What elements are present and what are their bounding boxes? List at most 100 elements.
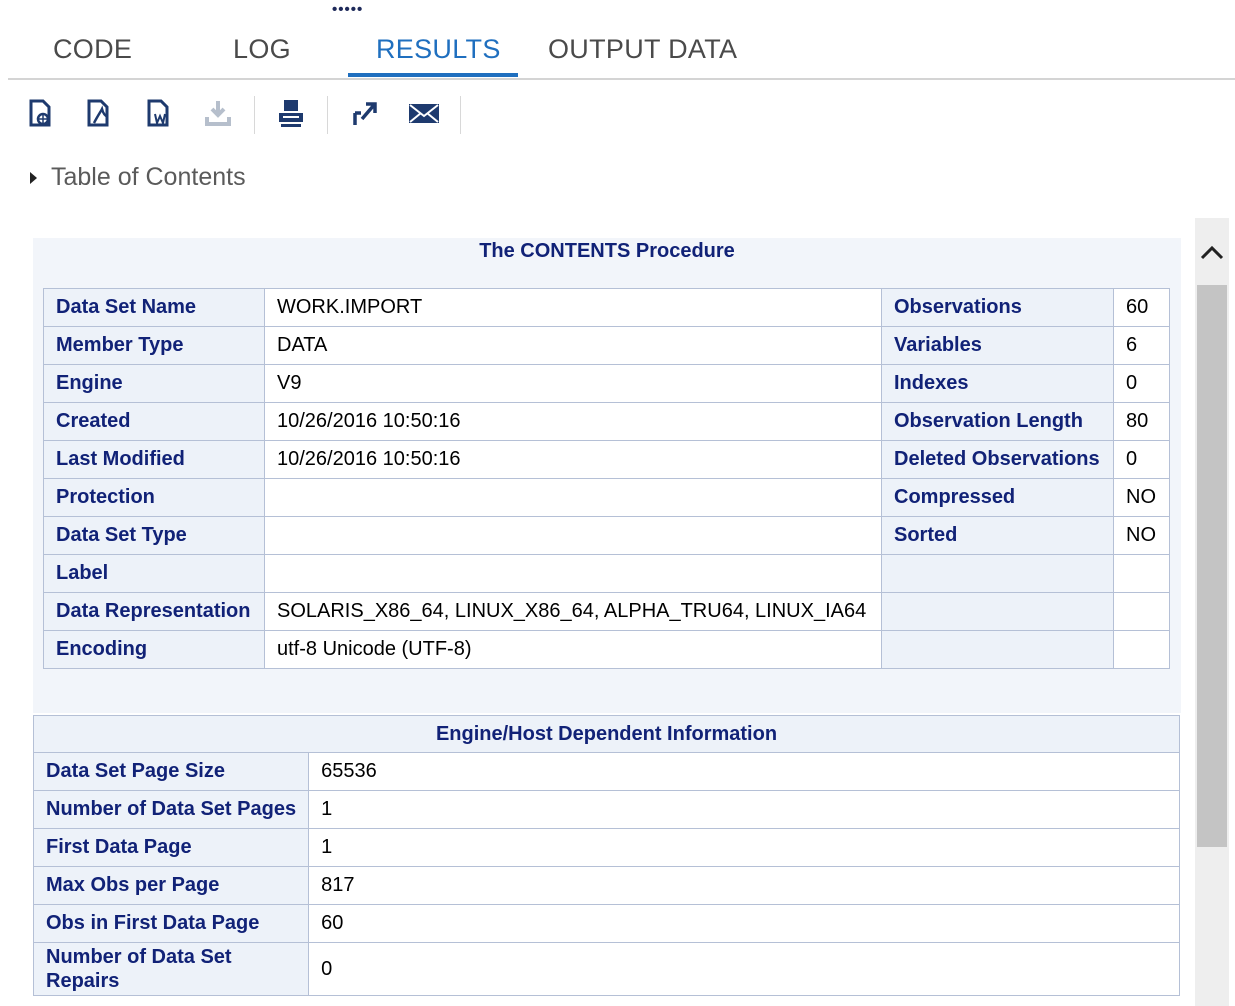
- row-header: [881, 592, 1114, 631]
- row-header: First Data Page: [32, 828, 310, 867]
- row-header: Variables: [881, 326, 1114, 365]
- row-header: Observations: [881, 288, 1114, 327]
- print-icon: [275, 97, 307, 134]
- open-new-window-button[interactable]: [347, 96, 383, 134]
- vertical-scrollbar[interactable]: [1195, 218, 1229, 1006]
- row-header: Data Set Name: [43, 288, 265, 327]
- row-value: [264, 478, 882, 517]
- row-header: Data Set Type: [43, 516, 265, 555]
- scroll-up-button[interactable]: [1195, 240, 1229, 280]
- row-header: Data Set Page Size: [32, 752, 310, 791]
- toolbar-separator: [254, 96, 255, 134]
- row-value: [264, 554, 882, 593]
- row-value: 1: [308, 790, 1180, 829]
- row-value: WORK.IMPORT: [264, 288, 882, 327]
- drag-handle[interactable]: •••••: [332, 2, 363, 17]
- contents-panel: The CONTENTS Procedure Data Set Name WORK…: [33, 238, 1181, 713]
- email-button[interactable]: [406, 96, 442, 134]
- download-icon: [202, 97, 234, 134]
- table-row: Number of Data Set Repairs 0: [32, 942, 1180, 996]
- row-value: 65536: [308, 752, 1180, 791]
- print-button[interactable]: [273, 96, 309, 134]
- table-row: Data Set Page Size 65536: [32, 752, 1180, 791]
- chevron-up-icon: [1199, 240, 1225, 280]
- row-header: Number of Data Set Repairs: [32, 942, 310, 996]
- engine-host-table: Engine/Host Dependent Information Data S…: [32, 715, 1180, 996]
- row-header: Protection: [43, 478, 265, 517]
- table-row: Protection Compressed NO: [43, 478, 1170, 517]
- row-value: DATA: [264, 326, 882, 365]
- row-header: Sorted: [881, 516, 1114, 555]
- table-row: Created 10/26/2016 10:50:16 Observation Le…: [43, 402, 1170, 441]
- row-value: [1113, 592, 1170, 631]
- caret-right-icon: [30, 171, 37, 184]
- row-value: 1: [308, 828, 1180, 867]
- procedure-title: The CONTENTS Procedure: [479, 240, 735, 262]
- download-word-button[interactable]: [140, 96, 176, 134]
- tab-bar: CODE LOG RESULTS OUTPUT DATA: [8, 28, 1235, 80]
- row-header: Engine: [43, 364, 265, 403]
- row-value: [1113, 630, 1170, 669]
- download-html-button[interactable]: [22, 96, 58, 134]
- toolbar-separator: [460, 96, 461, 134]
- row-value: 10/26/2016 10:50:16: [264, 440, 882, 479]
- toc-label: Table of Contents: [51, 163, 246, 191]
- row-value: 60: [308, 904, 1180, 943]
- table-row: Data Set Name WORK.IMPORT Observations 60: [43, 288, 1170, 327]
- tab-output-data[interactable]: OUTPUT DATA: [548, 34, 737, 65]
- tab-code[interactable]: CODE: [53, 34, 132, 65]
- row-value: 10/26/2016 10:50:16: [264, 402, 882, 441]
- contents-table: Data Set Name WORK.IMPORT Observations 60 Me…: [43, 288, 1170, 669]
- row-value: [264, 516, 882, 555]
- scrollbar-thumb[interactable]: [1197, 285, 1227, 847]
- row-header: Compressed: [881, 478, 1114, 517]
- table-of-contents-toggle[interactable]: Table of Contents: [30, 163, 246, 192]
- open-new-window-icon: [349, 97, 381, 134]
- download-pdf-icon: [82, 97, 114, 134]
- row-value: V9: [264, 364, 882, 403]
- row-value: NO: [1113, 516, 1170, 555]
- row-header: Encoding: [43, 630, 265, 669]
- row-value: 6: [1113, 326, 1170, 365]
- table-row: Label: [43, 554, 1170, 593]
- row-value: 0: [308, 942, 1180, 996]
- tab-log[interactable]: LOG: [233, 34, 291, 65]
- row-header: Created: [43, 402, 265, 441]
- row-value: 0: [1113, 364, 1170, 403]
- row-value: 0: [1113, 440, 1170, 479]
- table-row: Max Obs per Page 817: [32, 866, 1180, 905]
- email-icon: [407, 97, 441, 134]
- table-row: Member Type DATA Variables 6: [43, 326, 1170, 365]
- table-row: Engine V9 Indexes 0: [43, 364, 1170, 403]
- row-header: Max Obs per Page: [32, 866, 310, 905]
- row-value: 60: [1113, 288, 1170, 327]
- row-header: Number of Data Set Pages: [32, 790, 310, 829]
- table-row: Last Modified 10/26/2016 10:50:16 Deleted …: [43, 440, 1170, 479]
- row-header: Member Type: [43, 326, 265, 365]
- row-header: [881, 630, 1114, 669]
- active-tab-indicator: [348, 73, 518, 77]
- row-value: NO: [1113, 478, 1170, 517]
- row-header: Last Modified: [43, 440, 265, 479]
- row-header: Obs in First Data Page: [32, 904, 310, 943]
- table-row: Number of Data Set Pages 1: [32, 790, 1180, 829]
- tab-results[interactable]: RESULTS: [376, 34, 501, 65]
- row-header: Indexes: [881, 364, 1114, 403]
- table-title-row: Engine/Host Dependent Information: [33, 715, 1180, 753]
- download-pdf-button[interactable]: [80, 96, 116, 134]
- table-row: Obs in First Data Page 60: [32, 904, 1180, 943]
- row-value: SOLARIS_X86_64, LINUX_X86_64, ALPHA_TRU6…: [264, 592, 882, 631]
- table-row: Data Representation SOLARIS_X86_64, LINUX…: [43, 592, 1170, 631]
- row-value: 80: [1113, 402, 1170, 441]
- row-header: Observation Length: [881, 402, 1114, 441]
- download-button[interactable]: [200, 96, 236, 134]
- row-value: utf-8 Unicode (UTF-8): [264, 630, 882, 669]
- download-html-icon: [24, 97, 56, 134]
- row-header: Data Representation: [43, 592, 265, 631]
- row-header: Deleted Observations: [881, 440, 1114, 479]
- row-header: [881, 554, 1114, 593]
- row-header: Label: [43, 554, 265, 593]
- row-value: 817: [308, 866, 1180, 905]
- download-word-icon: [142, 97, 174, 134]
- row-value: [1113, 554, 1170, 593]
